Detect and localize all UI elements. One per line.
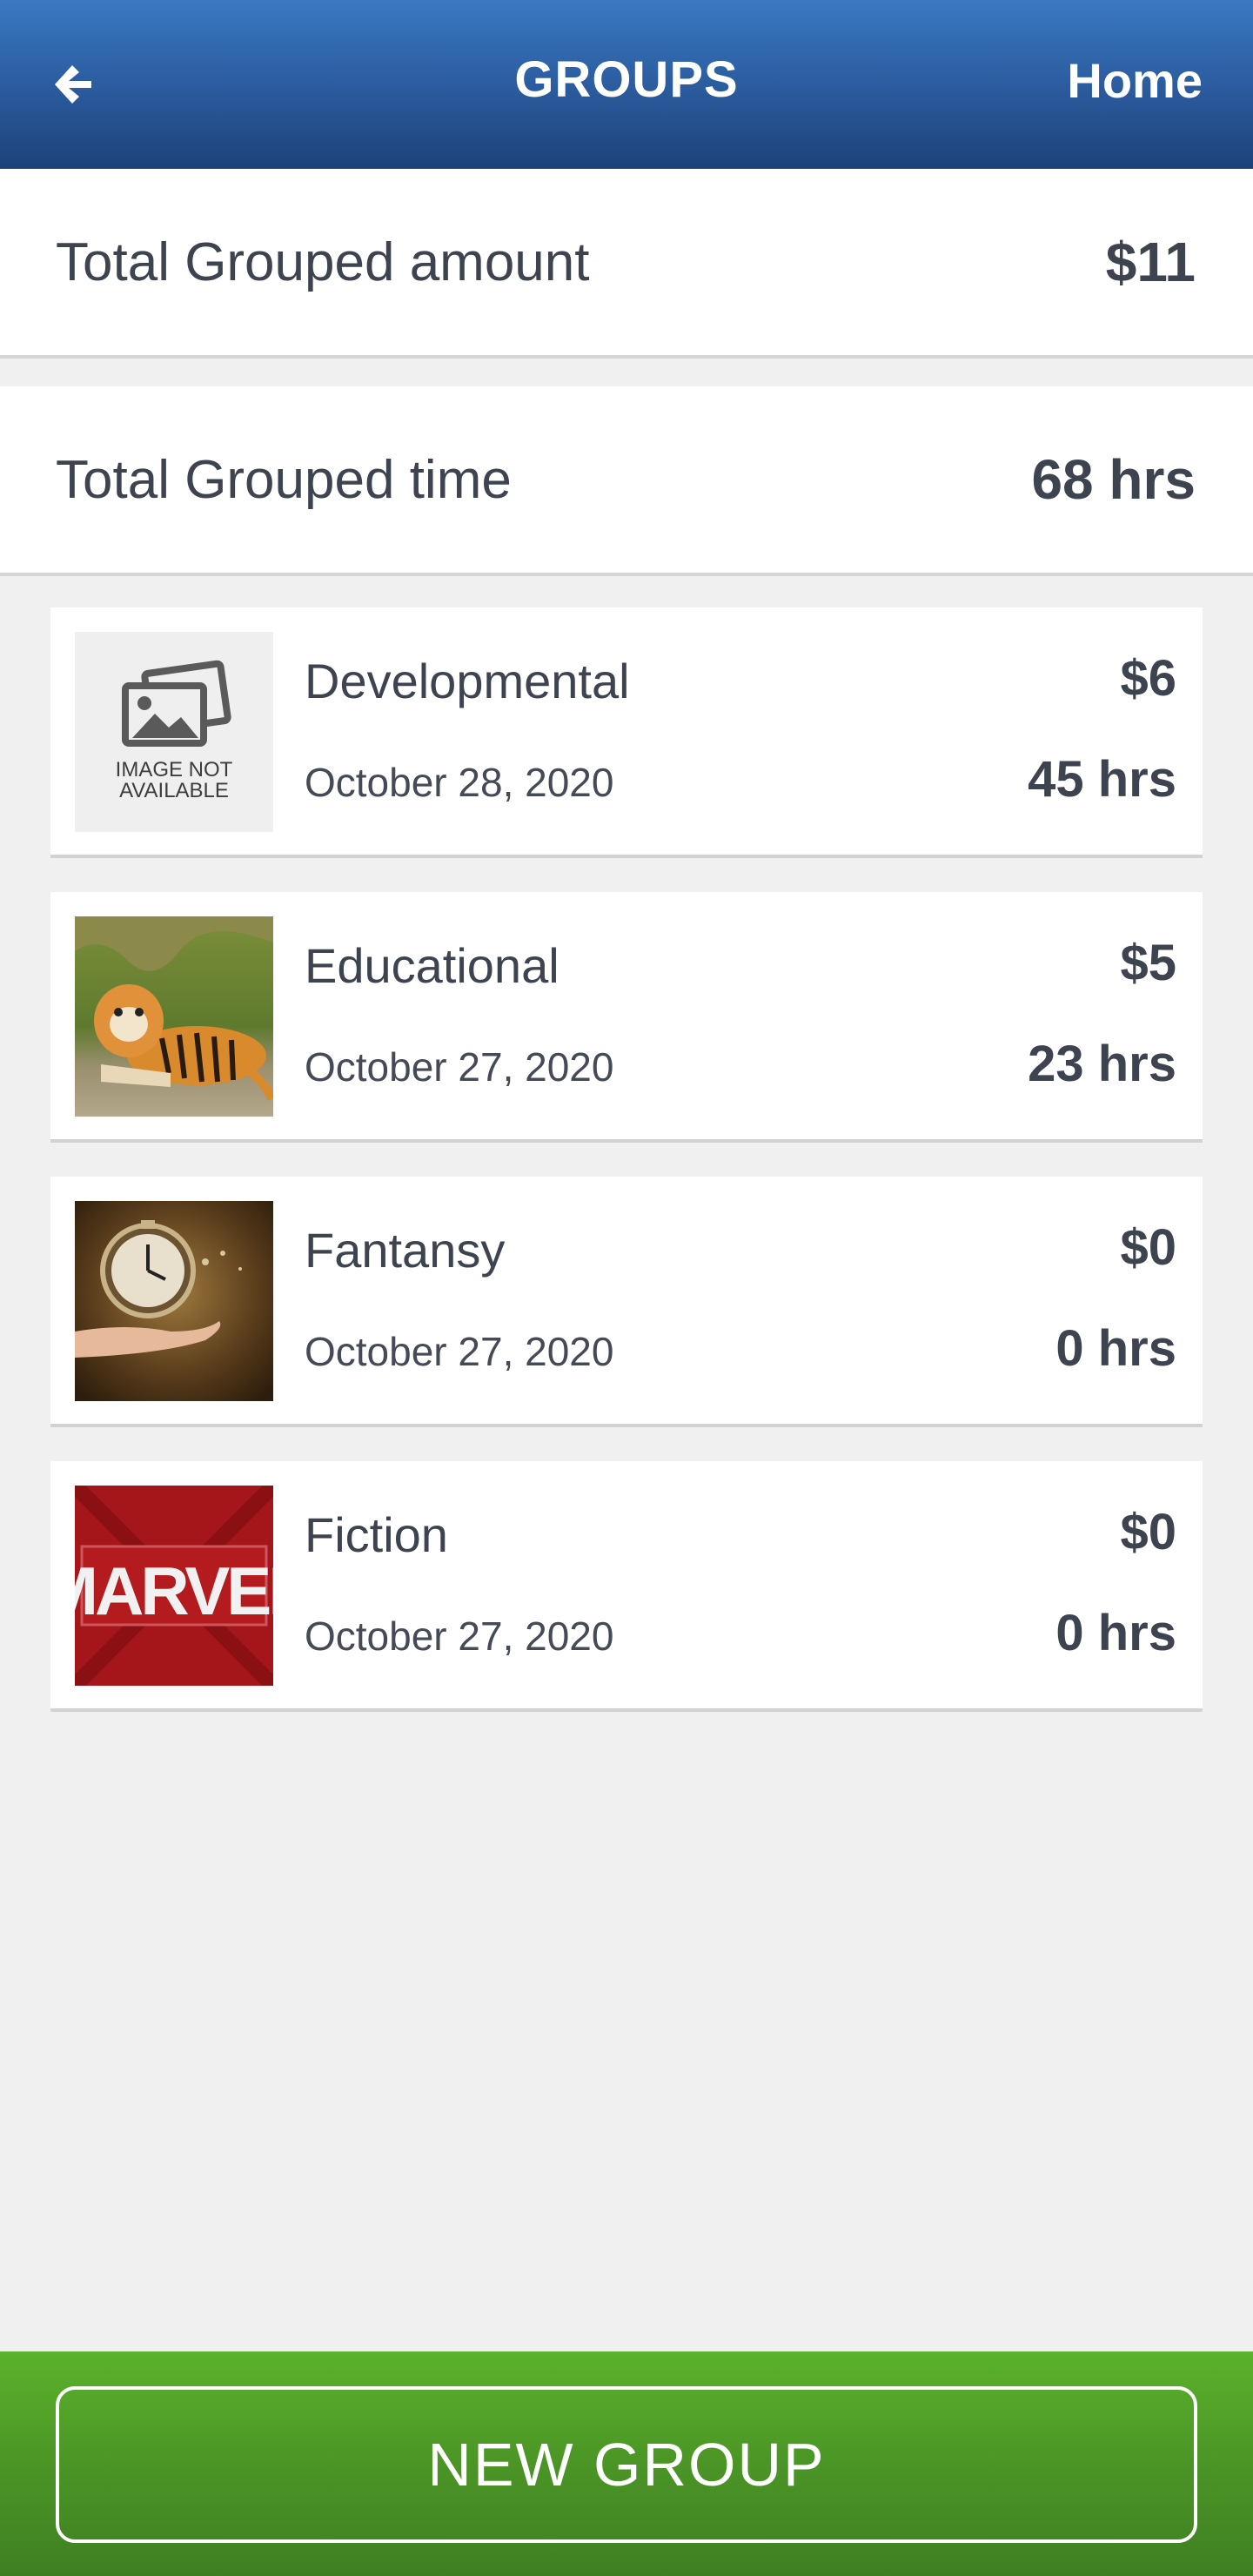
total-amount-value: $11 <box>1105 231 1196 293</box>
group-date: October 28, 2020 <box>305 760 614 805</box>
app-header: GROUPS Home <box>0 0 1253 169</box>
group-amount: $6 <box>1120 650 1176 707</box>
tiger-photo-thumbnail <box>75 916 273 1117</box>
marvel-logo-thumbnail: MARVEL <box>75 1486 273 1686</box>
group-hours: 0 hrs <box>1055 1320 1176 1377</box>
page-title: GROUPS <box>514 51 739 108</box>
group-date: October 27, 2020 <box>305 1044 614 1090</box>
group-card-fiction[interactable]: MARVEL Fiction October 27, 2020 $0 0 hrs <box>50 1461 1203 1712</box>
group-card-developmental[interactable]: IMAGE NOT AVAILABLE Developmental Octobe… <box>50 607 1203 858</box>
home-link[interactable]: Home <box>1067 52 1203 109</box>
total-time-value: 68 hrs <box>1031 448 1196 511</box>
svg-text:MARVEL: MARVEL <box>75 1553 273 1629</box>
image-not-available-thumbnail: IMAGE NOT AVAILABLE <box>75 632 273 832</box>
footer-bar: NEW GROUP <box>0 2351 1253 2576</box>
total-time-label: Total Grouped time <box>56 449 512 510</box>
marvel-logo: MARVEL <box>75 1486 273 1686</box>
group-date: October 27, 2020 <box>305 1329 614 1374</box>
image-placeholder-icon: IMAGE NOT AVAILABLE <box>116 660 233 802</box>
group-card-educational[interactable]: Educational October 27, 2020 $5 23 hrs <box>50 892 1203 1143</box>
group-amount: $0 <box>1120 1219 1176 1276</box>
group-amount: $5 <box>1120 935 1176 991</box>
placeholder-text-line1: IMAGE NOT <box>116 758 233 782</box>
group-card-fantansy[interactable]: Fantansy October 27, 2020 $0 0 hrs <box>50 1177 1203 1427</box>
clock-photo-thumbnail <box>75 1201 273 1401</box>
placeholder-text-line2: AVAILABLE <box>119 779 229 802</box>
group-name: Developmental <box>305 654 630 708</box>
group-amount: $0 <box>1120 1504 1176 1560</box>
new-group-button[interactable]: NEW GROUP <box>56 2386 1197 2543</box>
group-hours: 45 hrs <box>1028 751 1176 808</box>
tiger-photo <box>75 916 273 1117</box>
group-name: Fantansy <box>305 1223 506 1278</box>
group-date: October 27, 2020 <box>305 1613 614 1659</box>
clock-in-hand-photo <box>75 1201 273 1401</box>
total-amount-label: Total Grouped amount <box>56 231 590 292</box>
group-name: Fiction <box>305 1507 448 1562</box>
total-amount-row: Total Grouped amount $11 <box>0 169 1253 359</box>
group-hours: 0 hrs <box>1055 1605 1176 1661</box>
total-time-row: Total Grouped time 68 hrs <box>0 386 1253 576</box>
group-name: Educational <box>305 938 559 993</box>
group-hours: 23 hrs <box>1028 1036 1176 1092</box>
